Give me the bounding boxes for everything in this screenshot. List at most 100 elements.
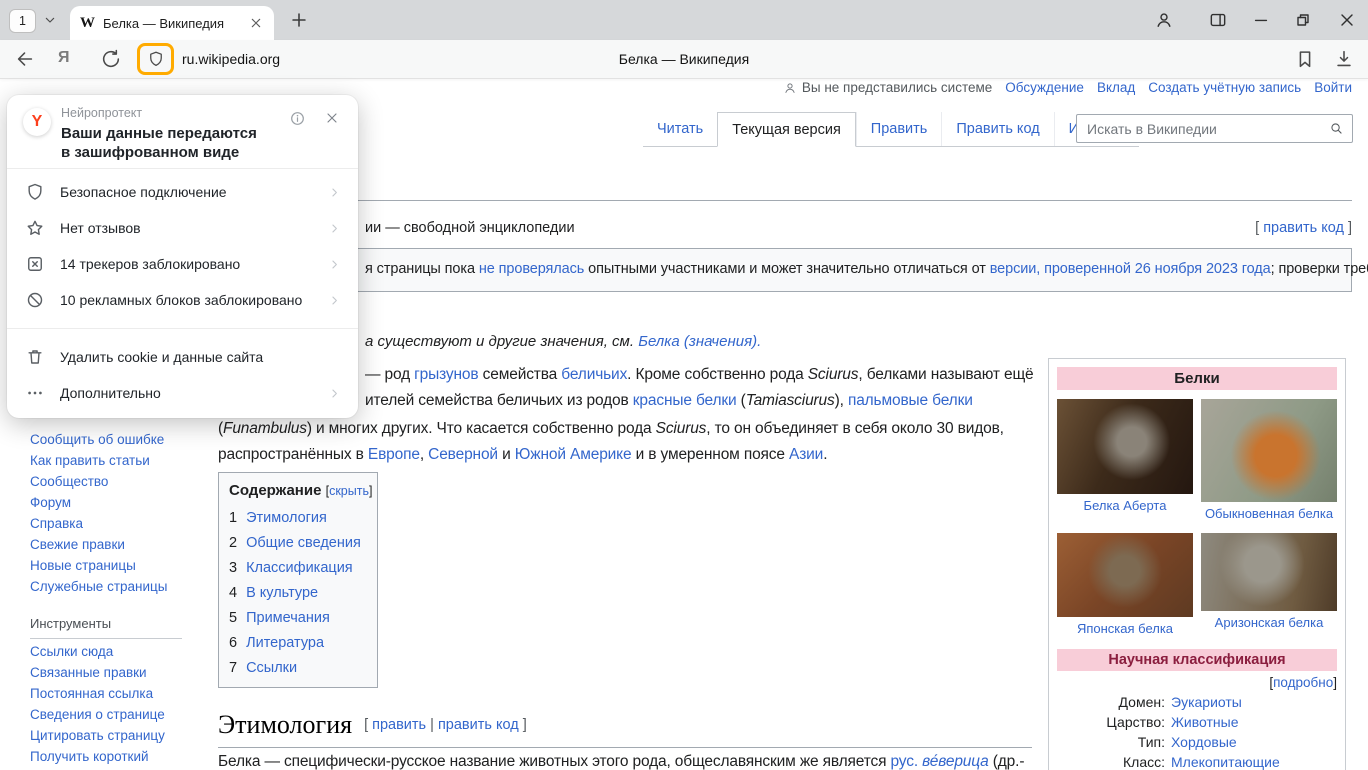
rank-value-link[interactable]: Эукариоты bbox=[1171, 694, 1337, 710]
browser-tab[interactable]: W Белка — Википедия bbox=[70, 6, 274, 40]
bookmark-icon[interactable] bbox=[1294, 48, 1316, 70]
delete-cookies-row[interactable]: Удалить cookie и данные сайта bbox=[7, 339, 358, 375]
rank-value-link[interactable]: Животные bbox=[1171, 714, 1337, 730]
info-icon[interactable] bbox=[289, 110, 306, 127]
link-sciuridae[interactable]: беличьих bbox=[561, 366, 627, 383]
sidebar-link[interactable]: Служебные страницы bbox=[30, 580, 167, 594]
sidebar-link[interactable]: Постоянная ссылка bbox=[30, 687, 165, 701]
personal-link[interactable]: Создать учётную запись bbox=[1148, 80, 1301, 95]
url-text[interactable]: ru.wikipedia.org bbox=[182, 40, 280, 78]
sidebar-link[interactable]: Форум bbox=[30, 496, 167, 510]
toc-link[interactable]: Этимология bbox=[246, 510, 327, 526]
toc-link[interactable]: Примечания bbox=[246, 610, 330, 626]
personal-link[interactable]: Вклад bbox=[1097, 80, 1135, 95]
minimize-icon[interactable] bbox=[1251, 10, 1271, 30]
sidebar-link[interactable]: Сообщество bbox=[30, 475, 167, 489]
sidebar-link[interactable]: Ссылки сюда bbox=[30, 645, 165, 659]
maximize-icon[interactable] bbox=[1293, 10, 1313, 30]
link-rodents[interactable]: грызунов bbox=[414, 366, 478, 383]
window-close-icon[interactable] bbox=[1337, 10, 1357, 30]
tab-close-icon[interactable] bbox=[248, 15, 264, 31]
sidebar-link[interactable]: Свежие правки bbox=[30, 538, 167, 552]
protect-shield-highlight[interactable] bbox=[137, 43, 174, 75]
link-rus[interactable]: рус. bbox=[891, 753, 918, 770]
personal-link[interactable]: Войти bbox=[1314, 80, 1352, 95]
sidebar-link[interactable]: Как править статьи bbox=[30, 454, 167, 468]
photo-caption[interactable]: Аризонская белка bbox=[1201, 615, 1337, 630]
squirrel-photo-japanese[interactable] bbox=[1057, 533, 1193, 617]
toc-item[interactable]: 4В культуре bbox=[229, 585, 367, 601]
link-south-america[interactable]: Южной Америке bbox=[515, 446, 632, 463]
classification-header[interactable]: Научная классификация bbox=[1057, 649, 1337, 671]
tab-edit[interactable]: Править bbox=[856, 112, 942, 146]
squirrel-photo-aberta[interactable] bbox=[1057, 399, 1193, 494]
photo-caption[interactable]: Белка Аберта bbox=[1057, 498, 1193, 513]
toc-link[interactable]: Ссылки bbox=[246, 660, 297, 676]
popup-close-icon[interactable] bbox=[324, 110, 340, 126]
toc-item[interactable]: 2Общие сведения bbox=[229, 535, 367, 551]
toc-number: 6 bbox=[229, 635, 237, 651]
reviews-row[interactable]: Нет отзывов bbox=[7, 210, 358, 246]
rank-value-link[interactable]: Хордовые bbox=[1171, 734, 1337, 750]
wiki-search-input[interactable] bbox=[1085, 120, 1323, 138]
back-icon[interactable] bbox=[14, 48, 36, 70]
profile-avatar-icon[interactable] bbox=[1154, 10, 1174, 30]
personal-link[interactable]: Обсуждение bbox=[1005, 80, 1084, 95]
link-europe[interactable]: Европе bbox=[368, 446, 420, 463]
sidebar-link[interactable]: Цитировать страницу bbox=[30, 729, 165, 743]
toc-item[interactable]: 7Ссылки bbox=[229, 660, 367, 676]
details-link[interactable]: подробно bbox=[1273, 675, 1333, 690]
tab-edit-source[interactable]: Править код bbox=[941, 112, 1053, 146]
reload-icon[interactable] bbox=[100, 48, 122, 70]
side-panel-icon[interactable] bbox=[1208, 10, 1228, 30]
link-veveritsa[interactable]: ве́верица bbox=[922, 753, 988, 770]
toc-link[interactable]: Классификация bbox=[246, 560, 353, 576]
ads-blocked-row[interactable]: 10 рекламных блоков заблокировано bbox=[7, 282, 358, 318]
photo-caption[interactable]: Японская белка bbox=[1057, 621, 1193, 636]
yandex-icon[interactable]: Я bbox=[58, 49, 70, 67]
tracker-blocked-icon bbox=[25, 254, 45, 274]
secure-connection-row[interactable]: Безопасное подключение bbox=[7, 174, 358, 210]
sidebar-link[interactable]: Справка bbox=[30, 517, 167, 531]
tab-counter-button[interactable]: 1 bbox=[9, 9, 36, 33]
download-icon[interactable] bbox=[1333, 48, 1355, 70]
new-tab-icon[interactable] bbox=[288, 9, 310, 31]
notice-link[interactable]: не проверялась bbox=[479, 261, 584, 277]
tab-current-version[interactable]: Текущая версия bbox=[717, 112, 856, 147]
notice-version-link[interactable]: версии, проверенной 26 ноября 2023 года bbox=[990, 261, 1271, 277]
trackers-blocked-row[interactable]: 14 трекеров заблокировано bbox=[7, 246, 358, 282]
sidebar-link[interactable]: Сообщить об ошибке bbox=[30, 433, 167, 447]
link-asia[interactable]: Азии bbox=[789, 446, 823, 463]
squirrel-photo-red[interactable] bbox=[1201, 399, 1337, 502]
toc-item[interactable]: 1Этимология bbox=[229, 510, 367, 526]
edit-link[interactable]: править bbox=[372, 717, 426, 733]
search-icon[interactable] bbox=[1329, 121, 1344, 136]
hatnote-link[interactable]: Белка (значения). bbox=[638, 333, 761, 350]
toc-link[interactable]: Литература bbox=[246, 635, 324, 651]
rank-value-link[interactable]: Млекопитающие bbox=[1171, 754, 1337, 770]
shield-icon[interactable] bbox=[147, 50, 165, 68]
sidebar-link[interactable]: Получить короткий bbox=[30, 750, 165, 764]
sidebar-link[interactable]: Связанные правки bbox=[30, 666, 165, 680]
edit-source-link[interactable]: править код bbox=[438, 717, 519, 733]
toc-item[interactable]: 3Классификация bbox=[229, 560, 367, 576]
toc-item[interactable]: 6 Литература bbox=[229, 635, 367, 651]
more-row[interactable]: Дополнительно bbox=[7, 375, 358, 411]
link-palm-squirrels[interactable]: пальмовые белки bbox=[848, 392, 973, 409]
photo-caption[interactable]: Обыкновенная белка bbox=[1201, 506, 1337, 521]
toc-hide-link[interactable]: скрыть bbox=[329, 484, 369, 498]
edit-code-link[interactable]: править код bbox=[1263, 220, 1344, 236]
toc-link[interactable]: В культуре bbox=[246, 585, 318, 601]
wiki-search-box[interactable] bbox=[1076, 114, 1353, 143]
toc-item[interactable]: 5Примечания bbox=[229, 610, 367, 626]
squirrel-photo-arizona[interactable] bbox=[1201, 533, 1337, 611]
link-red-squirrels[interactable]: красные белки bbox=[633, 392, 737, 409]
sidebar-link[interactable]: Новые страницы bbox=[30, 559, 167, 573]
tab-list-chevron-icon[interactable] bbox=[42, 12, 58, 28]
toc-list: 1Этимология 2Общие сведения 3Классификац… bbox=[229, 510, 367, 676]
link-north-america[interactable]: Северной bbox=[428, 446, 498, 463]
tab-read[interactable]: Читать bbox=[643, 112, 717, 146]
sidebar-link[interactable]: Сведения о странице bbox=[30, 708, 165, 722]
toc-link[interactable]: Общие сведения bbox=[246, 535, 361, 551]
lead-line-3: (Funambulus) и многих других. Что касает… bbox=[218, 420, 1004, 438]
